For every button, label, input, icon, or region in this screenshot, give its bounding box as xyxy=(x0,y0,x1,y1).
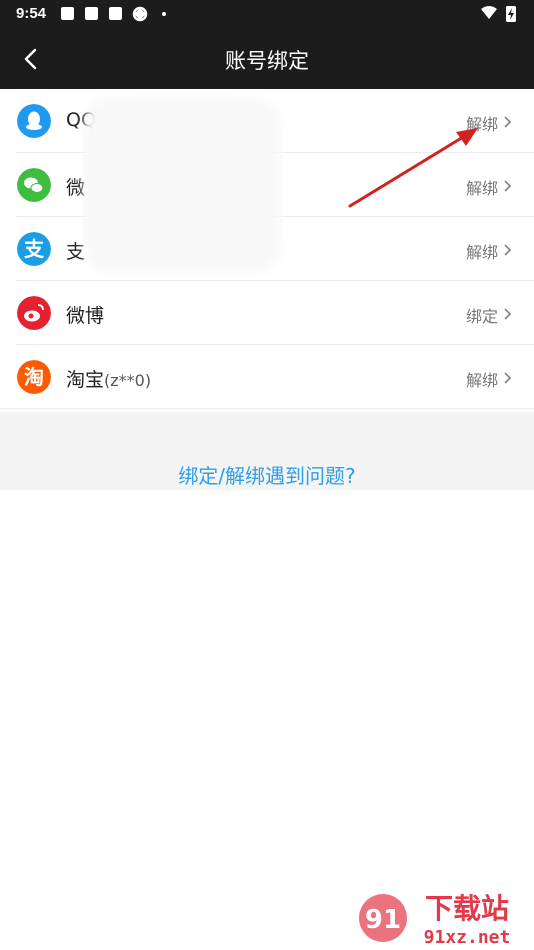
qq-icon xyxy=(17,104,51,138)
chevron-right-icon xyxy=(504,372,512,384)
svg-text:支: 支 xyxy=(24,237,45,261)
site-watermark-logo: 91 下载站 91xz.net xyxy=(359,892,511,948)
chevron-right-icon xyxy=(504,244,512,256)
account-name: 微博 xyxy=(66,305,105,327)
chevron-right-icon xyxy=(504,308,512,320)
account-name: 微 xyxy=(66,177,86,199)
svg-text:下载站: 下载站 xyxy=(425,892,509,925)
signal-battery-icon xyxy=(481,6,516,22)
notification-icon xyxy=(61,7,74,20)
divider xyxy=(0,408,534,409)
svg-text:91: 91 xyxy=(365,905,401,935)
unbind-button[interactable]: 解绑 xyxy=(466,367,498,391)
sync-icon xyxy=(132,6,148,22)
account-row-taobao[interactable]: 淘 淘宝(z**0) 解绑 xyxy=(0,345,534,409)
notification-icon xyxy=(85,7,98,20)
alipay-icon: 支 xyxy=(17,232,51,266)
annotation-arrow-icon xyxy=(348,128,478,208)
account-row-weibo[interactable]: 微博 绑定 xyxy=(0,281,534,345)
notification-icon xyxy=(109,7,122,20)
bind-button[interactable]: 绑定 xyxy=(466,303,498,327)
chevron-right-icon xyxy=(504,116,512,128)
svg-text:91xz.net: 91xz.net xyxy=(424,927,511,948)
unbind-button[interactable]: 解绑 xyxy=(466,239,498,263)
account-id: (z**0) xyxy=(104,371,152,390)
account-name: 支 xyxy=(66,241,86,263)
weibo-icon xyxy=(17,296,51,330)
svg-text:淘: 淘 xyxy=(24,365,44,389)
taobao-icon: 淘 xyxy=(17,360,51,394)
page-title: 账号绑定 xyxy=(225,49,309,73)
title-bar: 账号绑定 xyxy=(0,28,534,89)
chevron-right-icon xyxy=(504,180,512,192)
more-notifications-icon xyxy=(162,12,166,16)
status-bar: 9:54 xyxy=(0,0,534,28)
account-name: 淘宝(z**0) xyxy=(66,369,152,391)
help-link[interactable]: 绑定/解绑遇到问题? xyxy=(0,460,534,489)
status-time: 9:54 xyxy=(16,5,47,22)
privacy-blur xyxy=(85,99,280,271)
wechat-icon xyxy=(17,168,51,202)
